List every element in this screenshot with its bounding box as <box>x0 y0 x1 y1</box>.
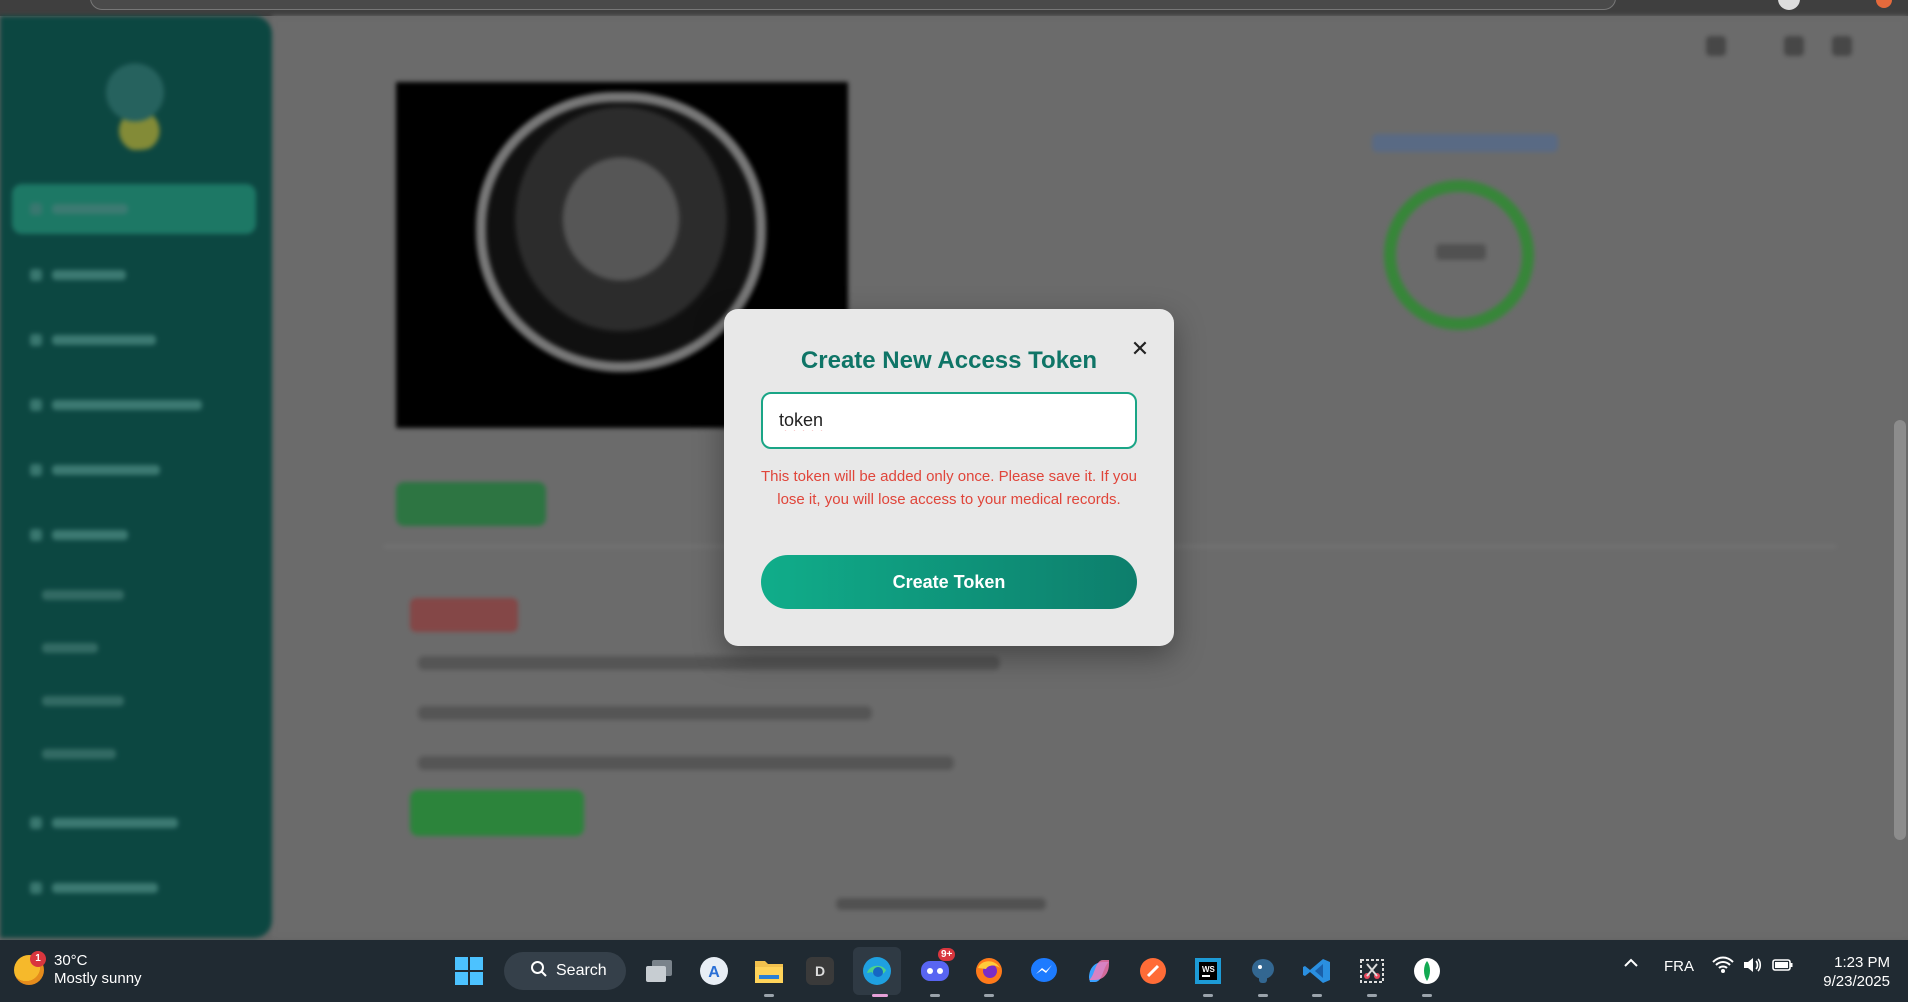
snipping-tool-icon[interactable] <box>1355 954 1389 988</box>
svg-text:WS: WS <box>1202 965 1216 974</box>
taskbar-search[interactable]: Search <box>504 952 626 990</box>
profile-avatar[interactable] <box>1778 0 1800 10</box>
weather-sun-icon: 1 <box>14 951 46 985</box>
postgresql-icon[interactable] <box>1246 954 1280 988</box>
start-icon[interactable] <box>452 954 486 988</box>
language-indicator[interactable]: FRA <box>1664 958 1694 975</box>
file-explorer-icon[interactable] <box>752 954 786 988</box>
task-view-icon[interactable] <box>642 954 676 988</box>
postman-icon[interactable] <box>1136 954 1170 988</box>
weather-badge: 1 <box>30 951 46 967</box>
webstorm-icon[interactable]: WS <box>1191 954 1225 988</box>
create-token-modal: Create New Access Token ✕ This token wil… <box>724 309 1174 646</box>
wifi-icon[interactable] <box>1712 956 1734 978</box>
search-label: Search <box>556 962 607 979</box>
discord-badge: 9+ <box>938 948 956 961</box>
weather-condition: Mostly sunny <box>54 970 142 987</box>
firefox-icon[interactable] <box>972 954 1006 988</box>
token-warning-text: This token will be added only once. Plea… <box>760 468 1138 508</box>
vscode-icon[interactable] <box>1300 954 1334 988</box>
weather-widget[interactable]: 1 30°C Mostly sunny <box>14 951 142 988</box>
file-explorer-indicator <box>764 994 774 997</box>
token-name-input[interactable] <box>761 392 1137 449</box>
discord-indicator <box>930 994 940 997</box>
battery-icon[interactable] <box>1772 957 1794 977</box>
messenger-icon[interactable] <box>1027 954 1061 988</box>
app-store-icon[interactable]: A <box>697 954 731 988</box>
snipping-tool-indicator <box>1367 994 1377 997</box>
extension-icon[interactable] <box>1876 0 1892 8</box>
search-icon <box>530 960 548 983</box>
clock-time: 1:23 PM <box>1834 954 1890 971</box>
d-app-icon[interactable]: D <box>806 957 834 985</box>
page-scrollbar[interactable] <box>1894 420 1906 840</box>
system-clock[interactable]: 1:23 PM 9/23/2025 <box>1810 953 1890 991</box>
browser-toolbar <box>0 0 1908 16</box>
create-token-button[interactable]: Create Token <box>761 555 1137 609</box>
discord-icon[interactable]: 9+ <box>918 948 956 988</box>
clock-date: 9/23/2025 <box>1823 973 1890 990</box>
address-bar[interactable] <box>90 0 1616 10</box>
copilot-icon[interactable] <box>1082 954 1116 988</box>
webstorm-indicator <box>1203 994 1213 997</box>
modal-title: Create New Access Token <box>800 347 1098 374</box>
svg-text:A: A <box>708 964 720 981</box>
mongodb-indicator <box>1422 994 1432 997</box>
vscode-indicator <box>1312 994 1322 997</box>
edge-icon[interactable] <box>853 947 901 995</box>
firefox-indicator <box>984 994 994 997</box>
chevron-up-icon[interactable] <box>1622 954 1640 976</box>
mongodb-icon[interactable] <box>1410 954 1444 988</box>
taskbar: 1 30°C Mostly sunny Search A D 9+ WS FRA… <box>0 940 1908 1002</box>
weather-temperature: 30°C <box>54 952 88 969</box>
postgresql-indicator <box>1258 994 1268 997</box>
close-icon[interactable]: ✕ <box>1126 335 1154 363</box>
volume-icon[interactable] <box>1742 956 1762 978</box>
edge-indicator <box>872 994 888 997</box>
